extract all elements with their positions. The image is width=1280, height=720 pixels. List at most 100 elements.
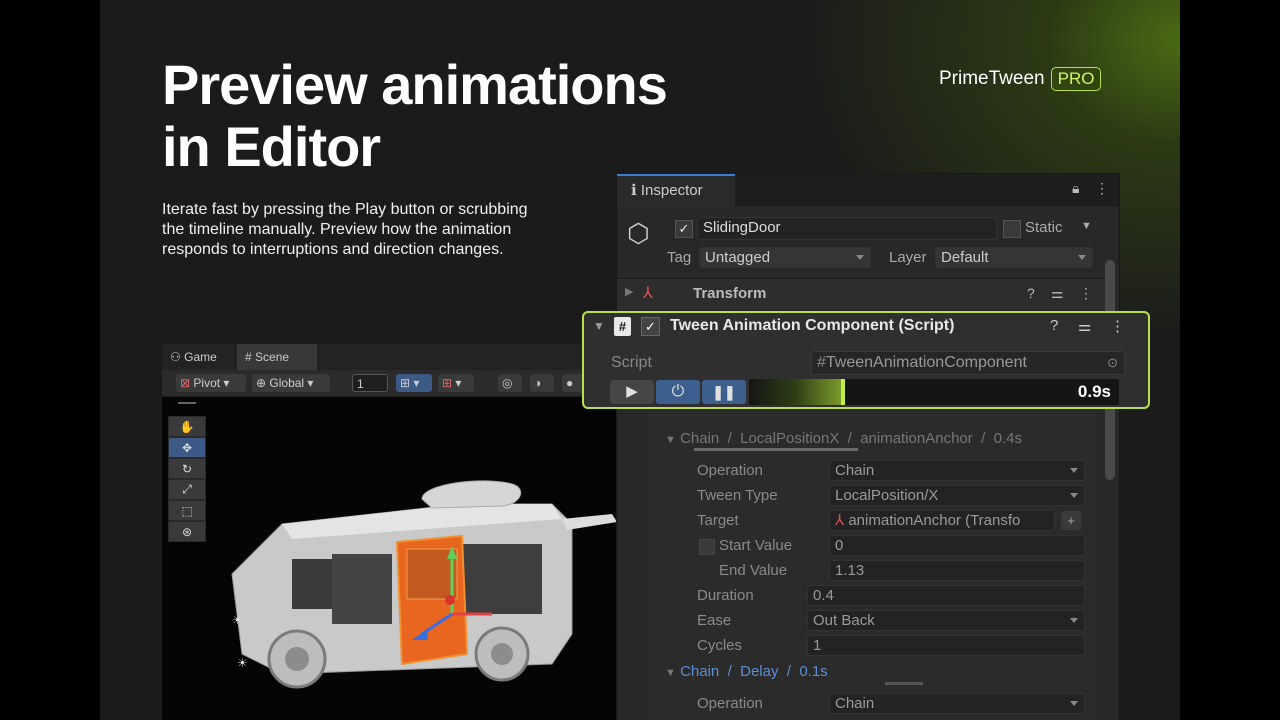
brand-name: PrimeTween (939, 68, 1045, 89)
transform-icon: ⅄ (643, 285, 653, 302)
duration-field[interactable]: 0.4 (807, 585, 1085, 606)
gameobject-icon: ⬡ (627, 218, 650, 248)
enabled-checkbox[interactable]: ✓ (641, 317, 660, 336)
gamepad-icon: ⚇ (170, 350, 181, 364)
shading-button[interactable]: ◑ (530, 374, 554, 392)
add-button[interactable]: + (1061, 511, 1081, 530)
layer-label: Layer (889, 249, 927, 266)
rotate-tool-button[interactable]: ↻ (168, 458, 206, 479)
sphere-icon: ◎ (502, 376, 513, 390)
active-checkbox[interactable]: ✓ (675, 220, 693, 238)
more-menu-icon[interactable]: ⋮ (1079, 285, 1093, 302)
hand-tool-button[interactable]: ✋ (168, 416, 206, 437)
scale-tool-icon: ⤢ (182, 482, 192, 496)
global-dropdown[interactable]: ⊕ Global ▾ (252, 374, 330, 392)
static-dropdown-icon[interactable]: ▼ (1081, 220, 1092, 232)
end-value-field[interactable]: 1.13 (829, 560, 1085, 581)
power-button[interactable]: ⏻ (656, 380, 700, 404)
scene-tab-bar: ⚇ Game # Scene (162, 344, 622, 370)
tab-game[interactable]: ⚇ Game (162, 344, 238, 370)
globe-icon: ⊕ (256, 376, 267, 390)
van-model-viewport[interactable]: ☀ ☀ (222, 464, 622, 704)
grid-step-input[interactable]: 1 (352, 374, 388, 392)
operation-dropdown-2[interactable]: Chain (829, 693, 1085, 714)
slide: Preview animations in Editor Iterate fas… (100, 0, 1180, 720)
collapse-arrow-icon[interactable]: ▼ (665, 434, 676, 446)
script-icon: # (614, 317, 631, 336)
inspector-panel: ℹ Inspector 🔒︎ ⋮ ⬡ ✓ SlidingDoor Static … (616, 173, 1120, 720)
settings-sliders-icon[interactable]: ⚌ (1051, 285, 1064, 302)
pause-button[interactable]: ❚❚ (702, 380, 746, 404)
tab-scene[interactable]: # Scene (237, 344, 317, 370)
title-line-1: Preview animations (162, 53, 668, 116)
transform-label: Transform (693, 285, 767, 302)
tween-type-dropdown[interactable]: LocalPosition/X (829, 485, 1085, 506)
expand-arrow-icon[interactable]: ▶ (625, 285, 633, 298)
static-label: Static (1025, 219, 1063, 236)
object-picker-icon[interactable]: ⊙ (1107, 352, 1118, 374)
cycles-field[interactable]: 1 (807, 635, 1085, 656)
target-label: Target (697, 512, 739, 529)
timeline-handle[interactable] (841, 379, 845, 405)
operation-label: Operation (697, 462, 763, 479)
scale-tool-button[interactable]: ⤢ (168, 479, 206, 500)
timeline-scrubber[interactable]: 0.9s (749, 379, 1119, 405)
rect-tool-icon: ⬚ (181, 503, 193, 518)
layer-dropdown[interactable]: Default (935, 247, 1093, 268)
chain1-underline (694, 448, 858, 451)
lock-icon[interactable]: 🔒︎ (1072, 180, 1079, 197)
operation-label-2: Operation (697, 695, 763, 712)
tween-component-panel: ▼ # ✓ Tween Animation Component (Script)… (582, 311, 1150, 409)
static-checkbox[interactable] (1003, 220, 1021, 238)
operation-dropdown[interactable]: Chain (829, 460, 1085, 481)
script-field[interactable]: #TweenAnimationComponent ⊙ (811, 351, 1125, 375)
shading-icon: ◑ (534, 376, 542, 390)
time-readout: 0.9s (1077, 382, 1111, 401)
target-field[interactable]: ⅄ animationAnchor (Transfo (829, 510, 1055, 531)
start-value-field[interactable]: 0 (829, 535, 1085, 556)
chain2-header[interactable]: ▼ Chain / Delay / 0.1s (665, 663, 828, 680)
ease-dropdown[interactable]: Out Back (807, 610, 1085, 631)
ease-label: Ease (697, 612, 732, 629)
globe-view-button[interactable]: ◎ (498, 374, 522, 392)
grid-snap-icon: ⊞ (442, 376, 453, 390)
play-button[interactable]: ▶ (610, 380, 654, 404)
scrollbar[interactable] (1105, 210, 1115, 710)
grid-snap-toggle[interactable]: ⊞ ▾ (438, 374, 474, 392)
tag-dropdown[interactable]: Untagged (699, 247, 871, 268)
sliding-door (395, 534, 469, 666)
transform-tool-icon: ⊛ (181, 524, 193, 539)
collapse-arrow-icon[interactable]: ▼ (593, 319, 605, 333)
end-value-label: End Value (719, 562, 788, 579)
rect-tool-button[interactable]: ⬚ (168, 500, 206, 521)
chain2-underline (885, 682, 923, 685)
scene-toolbar: ⊠ Pivot ▾ ⊕ Global ▾ 1 ⊞ ▾ ⊞ ▾ ◎ ◑ ● (162, 370, 622, 397)
more-menu-icon[interactable]: ⋮ (1095, 180, 1109, 197)
component-title: Tween Animation Component (Script) (670, 317, 955, 334)
move-tool-button[interactable]: ✥ (168, 437, 206, 458)
pro-badge: PRO (1050, 67, 1102, 91)
tween-type-label: Tween Type (697, 487, 778, 504)
scene-view: ⚇ Game # Scene ⊠ Pivot ▾ ⊕ Global ▾ 1 ⊞ … (162, 344, 622, 720)
transform-header[interactable]: ▶ ⅄ Transform ? ⚌ ⋮ (617, 278, 1105, 309)
chain1-header[interactable]: ▼ Chain / LocalPositionX / animationAnch… (665, 430, 1022, 447)
transform-icon: ⅄ (835, 512, 845, 529)
light-icon-2: ☀ (237, 656, 248, 670)
help-icon[interactable]: ? (1027, 285, 1035, 301)
help-icon[interactable]: ? (1050, 317, 1058, 334)
snap-toggle[interactable]: ⊞ ▾ (396, 374, 432, 392)
hand-tool-icon: ✋ (179, 419, 195, 434)
transform-tool-button[interactable]: ⊛ (168, 521, 206, 542)
settings-sliders-icon[interactable]: ⚌ (1078, 317, 1091, 335)
start-value-checkbox[interactable] (699, 539, 715, 555)
more-menu-icon[interactable]: ⋮ (1110, 317, 1125, 335)
tag-label: Tag (667, 249, 692, 266)
play-icon: ▶ (626, 383, 638, 400)
collapse-arrow-icon[interactable]: ▼ (665, 667, 676, 679)
pause-icon: ❚❚ (712, 384, 736, 400)
toolbar-handle[interactable] (178, 402, 196, 404)
tab-inspector[interactable]: ℹ Inspector (617, 174, 735, 206)
pivot-dropdown[interactable]: ⊠ Pivot ▾ (176, 374, 246, 392)
object-name-input[interactable]: SlidingDoor (697, 217, 997, 240)
grid-icon: # (245, 350, 252, 364)
